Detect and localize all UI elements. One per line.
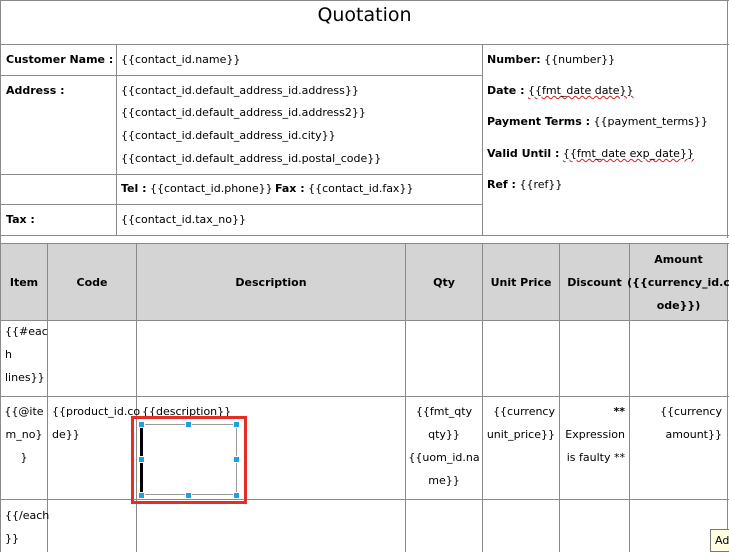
row-discount[interactable]: ** Expression is faulty ** [560, 400, 629, 469]
amount-header-line-1: Amount [654, 252, 703, 266]
address-line-4[interactable]: {{contact_id.default_address_id.postal_c… [121, 152, 381, 166]
discount-line-1: ** [613, 405, 625, 418]
col-header-discount: Discount [567, 275, 622, 289]
unit-price-line-2: unit_price}} [486, 428, 555, 441]
col-header-qty: Qty [433, 275, 455, 289]
tel-value: {{contact_id.phone}} [150, 182, 273, 195]
col-header-unit-price: Unit Price [490, 275, 552, 289]
col-header-item: Item [9, 275, 39, 289]
valid-until-label: Valid Until : [487, 147, 560, 160]
item-line-2: m_no} [5, 428, 43, 441]
resize-handle-se[interactable] [233, 492, 240, 499]
qty-line-2: qty}} [428, 428, 460, 441]
item-line-3: } [20, 451, 28, 464]
valid-until-value: {{fmt_date exp_date}} [562, 147, 694, 160]
col-header-description: Description [235, 275, 307, 289]
date-field[interactable]: Date : {{fmt_date date}} [487, 84, 634, 98]
amount-line-1: {{currency [660, 405, 722, 418]
row-item-no[interactable]: {{@ite m_no} } [1, 400, 47, 469]
item-line-1: {{@ite [4, 405, 44, 418]
number-value: {{number}} [544, 53, 616, 66]
col-header-amount: Amount ({{currency_id.c ode}}) [627, 247, 729, 317]
discount-line-3: is faulty ** [566, 451, 625, 464]
customer-name-value[interactable]: {{contact_id.name}} [121, 53, 240, 67]
row-qty[interactable]: {{fmt_qty qty}} {{uom_id.na me}} [406, 400, 482, 492]
amount-line-2: amount}} [665, 428, 722, 441]
resize-handle-sw[interactable] [138, 492, 145, 499]
resize-handle-n[interactable] [185, 421, 192, 428]
end-each-line-2: }} [5, 532, 19, 545]
row-unit-price[interactable]: {{currency unit_price}} [483, 400, 559, 446]
resize-handle-e[interactable] [233, 456, 240, 463]
date-value: {{fmt_date date}} [528, 84, 634, 97]
discount-line-2: Expression [565, 428, 625, 441]
ref-value: {{ref}} [519, 178, 563, 191]
fax-label: Fax : [275, 182, 305, 195]
tel-field[interactable]: Tel : {{contact_id.phone}} [121, 182, 273, 196]
each-line-2: h [5, 348, 12, 361]
resize-handle-s[interactable] [185, 492, 192, 499]
address-line-2[interactable]: {{contact_id.default_address_id.address2… [121, 106, 366, 120]
valid-until-field[interactable]: Valid Until : {{fmt_date exp_date}} [487, 147, 694, 161]
qty-line-4: me}} [428, 474, 460, 487]
number-label: Number: [487, 53, 541, 66]
code-line-2: de}} [52, 428, 80, 441]
tax-value[interactable]: {{contact_id.tax_no}} [121, 213, 246, 227]
col-header-code: Code [76, 275, 108, 289]
code-line-1: {{product_id.co [52, 405, 141, 418]
resize-handle-nw[interactable] [138, 421, 145, 428]
resize-handle-ne[interactable] [233, 421, 240, 428]
tax-label: Tax : [6, 213, 35, 226]
amount-header-line-2: ({{currency_id.c [627, 275, 729, 289]
fax-value: {{contact_id.fax}} [308, 182, 414, 195]
each-line-3: lines}} [5, 371, 45, 384]
address-line-1[interactable]: {{contact_id.default_address_id.address}… [121, 84, 359, 98]
address-label: Address : [6, 84, 65, 97]
end-each-marker[interactable]: {{/each }} [5, 504, 49, 550]
page-title: Quotation [317, 4, 412, 26]
fax-field[interactable]: Fax : {{contact_id.fax}} [275, 182, 413, 196]
amount-header-line-3: ode}}) [656, 298, 701, 312]
end-each-line-1: {{/each [5, 509, 50, 522]
selected-object-frame[interactable] [141, 424, 237, 495]
tooltip-text: Ad [715, 534, 729, 547]
tooltip: Ad [710, 529, 729, 552]
date-label: Date : [487, 84, 525, 97]
row-product-code[interactable]: {{product_id.co de}} [52, 400, 140, 446]
ref-field[interactable]: Ref : {{ref}} [487, 178, 562, 192]
address-line-3[interactable]: {{contact_id.default_address_id.city}} [121, 129, 336, 143]
each-line-1: {{#eac [5, 325, 48, 338]
payment-terms-field[interactable]: Payment Terms : {{payment_terms}} [487, 115, 708, 129]
qty-line-1: {{fmt_qty [415, 405, 473, 418]
number-field[interactable]: Number: {{number}} [487, 53, 615, 67]
each-lines-marker[interactable]: {{#eac h lines}} [5, 320, 48, 389]
payment-terms-value: {{payment_terms}} [593, 115, 708, 128]
payment-terms-label: Payment Terms : [487, 115, 591, 128]
row-amount[interactable]: {{currency amount}} [630, 400, 727, 446]
qty-line-3: {{uom_id.na [408, 451, 480, 464]
tel-label: Tel : [121, 182, 147, 195]
customer-name-label: Customer Name : [6, 53, 114, 66]
resize-handle-w[interactable] [138, 456, 145, 463]
ref-label: Ref : [487, 178, 516, 191]
unit-price-line-1: {{currency [493, 405, 555, 418]
